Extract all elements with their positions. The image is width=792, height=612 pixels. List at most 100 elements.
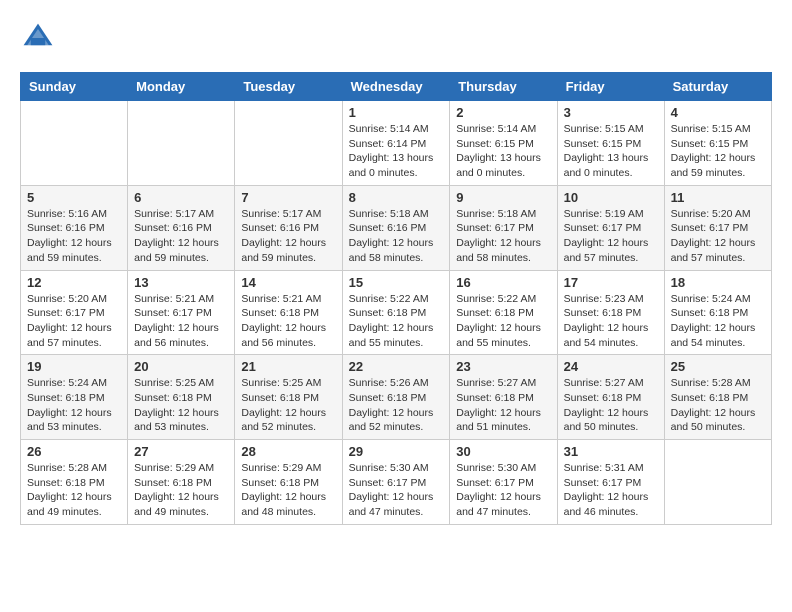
calendar-day-header: Thursday: [450, 73, 557, 101]
calendar-cell: 17 Sunrise: 5:23 AMSunset: 6:18 PMDayligh…: [557, 270, 664, 355]
calendar-day-header: Wednesday: [342, 73, 450, 101]
calendar-week-row: 26 Sunrise: 5:28 AMSunset: 6:18 PMDayligh…: [21, 440, 772, 525]
calendar-cell: 23Sunrise: 5:27 AMSunset: 6:18 PMDayligh…: [450, 355, 557, 440]
day-info: Sunrise: 5:14 AMSunset: 6:15 PMDaylight:…: [456, 122, 550, 181]
calendar-cell: [21, 101, 128, 186]
calendar-cell: 30Sunrise: 5:30 AMSunset: 6:17 PMDayligh…: [450, 440, 557, 525]
day-number: 29: [349, 444, 444, 459]
day-info: Sunrise: 5:18 AMSunset: 6:17 PMDaylight:…: [456, 207, 550, 266]
calendar-cell: [128, 101, 235, 186]
day-info: Sunrise: 5:27 AMSunset: 6:18 PMDaylight:…: [456, 376, 550, 435]
day-info: Sunrise: 5:17 AMSunset: 6:16 PMDaylight:…: [134, 207, 228, 266]
day-info: Sunrise: 5:20 AMSunset: 6:17 PMDaylight:…: [27, 292, 121, 351]
day-info: Sunrise: 5:22 AMSunset: 6:18 PMDaylight:…: [349, 292, 444, 351]
day-number: 26: [27, 444, 121, 459]
day-number: 7: [241, 190, 335, 205]
calendar-cell: 28Sunrise: 5:29 AMSunset: 6:18 PMDayligh…: [235, 440, 342, 525]
calendar-cell: 4 Sunrise: 5:15 AMSunset: 6:15 PMDaylight…: [664, 101, 771, 186]
calendar-cell: 31 Sunrise: 5:31 AMSunset: 6:17 PMDayligh…: [557, 440, 664, 525]
calendar-week-row: 1Sunrise: 5:14 AMSunset: 6:14 PMDaylight…: [21, 101, 772, 186]
day-number: 20: [134, 359, 228, 374]
calendar-cell: [235, 101, 342, 186]
logo: [20, 20, 60, 56]
day-info: Sunrise: 5:28 AMSunset: 6:18 PMDaylight:…: [671, 376, 765, 435]
calendar-cell: 5 Sunrise: 5:16 AMSunset: 6:16 PMDaylight…: [21, 185, 128, 270]
calendar-cell: 10 Sunrise: 5:19 AMSunset: 6:17 PMDayligh…: [557, 185, 664, 270]
calendar-cell: 19 Sunrise: 5:24 AMSunset: 6:18 PMDayligh…: [21, 355, 128, 440]
day-number: 6: [134, 190, 228, 205]
logo-icon: [20, 20, 56, 56]
calendar-cell: 26 Sunrise: 5:28 AMSunset: 6:18 PMDayligh…: [21, 440, 128, 525]
calendar-header-row: SundayMondayTuesdayWednesdayThursdayFrid…: [21, 73, 772, 101]
day-number: 21: [241, 359, 335, 374]
day-number: 22: [349, 359, 444, 374]
day-number: 31: [564, 444, 658, 459]
calendar-table: SundayMondayTuesdayWednesdayThursdayFrid…: [20, 72, 772, 525]
day-number: 16: [456, 275, 550, 290]
day-info: Sunrise: 5:27 AMSunset: 6:18 PMDaylight:…: [564, 376, 658, 435]
day-number: 27: [134, 444, 228, 459]
day-info: Sunrise: 5:15 AMSunset: 6:15 PMDaylight:…: [671, 122, 765, 181]
day-info: Sunrise: 5:25 AMSunset: 6:18 PMDaylight:…: [134, 376, 228, 435]
day-info: Sunrise: 5:24 AMSunset: 6:18 PMDaylight:…: [671, 292, 765, 351]
day-info: Sunrise: 5:25 AMSunset: 6:18 PMDaylight:…: [241, 376, 335, 435]
day-number: 25: [671, 359, 765, 374]
day-info: Sunrise: 5:22 AMSunset: 6:18 PMDaylight:…: [456, 292, 550, 351]
day-info: Sunrise: 5:26 AMSunset: 6:18 PMDaylight:…: [349, 376, 444, 435]
day-number: 5: [27, 190, 121, 205]
calendar-cell: 7 Sunrise: 5:17 AMSunset: 6:16 PMDaylight…: [235, 185, 342, 270]
calendar-cell: 24 Sunrise: 5:27 AMSunset: 6:18 PMDayligh…: [557, 355, 664, 440]
day-info: Sunrise: 5:19 AMSunset: 6:17 PMDaylight:…: [564, 207, 658, 266]
calendar-day-header: Monday: [128, 73, 235, 101]
calendar-day-header: Friday: [557, 73, 664, 101]
day-info: Sunrise: 5:17 AMSunset: 6:16 PMDaylight:…: [241, 207, 335, 266]
day-info: Sunrise: 5:21 AMSunset: 6:17 PMDaylight:…: [134, 292, 228, 351]
calendar-cell: 27Sunrise: 5:29 AMSunset: 6:18 PMDayligh…: [128, 440, 235, 525]
day-info: Sunrise: 5:18 AMSunset: 6:16 PMDaylight:…: [349, 207, 444, 266]
calendar-cell: 9 Sunrise: 5:18 AMSunset: 6:17 PMDaylight…: [450, 185, 557, 270]
calendar-cell: 22 Sunrise: 5:26 AMSunset: 6:18 PMDayligh…: [342, 355, 450, 440]
day-info: Sunrise: 5:14 AMSunset: 6:14 PMDaylight:…: [349, 122, 444, 181]
day-number: 4: [671, 105, 765, 120]
day-info: Sunrise: 5:20 AMSunset: 6:17 PMDaylight:…: [671, 207, 765, 266]
calendar-cell: [664, 440, 771, 525]
day-info: Sunrise: 5:28 AMSunset: 6:18 PMDaylight:…: [27, 461, 121, 520]
day-info: Sunrise: 5:23 AMSunset: 6:18 PMDaylight:…: [564, 292, 658, 351]
day-number: 15: [349, 275, 444, 290]
calendar-cell: 29 Sunrise: 5:30 AMSunset: 6:17 PMDayligh…: [342, 440, 450, 525]
day-number: 10: [564, 190, 658, 205]
day-number: 19: [27, 359, 121, 374]
calendar-cell: 6 Sunrise: 5:17 AMSunset: 6:16 PMDaylight…: [128, 185, 235, 270]
day-info: Sunrise: 5:31 AMSunset: 6:17 PMDaylight:…: [564, 461, 658, 520]
calendar-week-row: 5 Sunrise: 5:16 AMSunset: 6:16 PMDaylight…: [21, 185, 772, 270]
calendar-cell: 11 Sunrise: 5:20 AMSunset: 6:17 PMDayligh…: [664, 185, 771, 270]
calendar-cell: 8Sunrise: 5:18 AMSunset: 6:16 PMDaylight…: [342, 185, 450, 270]
calendar-cell: 14 Sunrise: 5:21 AMSunset: 6:18 PMDayligh…: [235, 270, 342, 355]
calendar-cell: 21 Sunrise: 5:25 AMSunset: 6:18 PMDayligh…: [235, 355, 342, 440]
page-header: [20, 20, 772, 56]
day-number: 9: [456, 190, 550, 205]
day-number: 24: [564, 359, 658, 374]
day-number: 3: [564, 105, 658, 120]
day-info: Sunrise: 5:24 AMSunset: 6:18 PMDaylight:…: [27, 376, 121, 435]
day-number: 13: [134, 275, 228, 290]
calendar-day-header: Tuesday: [235, 73, 342, 101]
day-number: 28: [241, 444, 335, 459]
calendar-cell: 18 Sunrise: 5:24 AMSunset: 6:18 PMDayligh…: [664, 270, 771, 355]
calendar-day-header: Saturday: [664, 73, 771, 101]
day-number: 18: [671, 275, 765, 290]
day-number: 11: [671, 190, 765, 205]
calendar-cell: 3Sunrise: 5:15 AMSunset: 6:15 PMDaylight…: [557, 101, 664, 186]
calendar-cell: 25 Sunrise: 5:28 AMSunset: 6:18 PMDayligh…: [664, 355, 771, 440]
day-number: 30: [456, 444, 550, 459]
day-info: Sunrise: 5:30 AMSunset: 6:17 PMDaylight:…: [349, 461, 444, 520]
calendar-day-header: Sunday: [21, 73, 128, 101]
calendar-cell: 16 Sunrise: 5:22 AMSunset: 6:18 PMDayligh…: [450, 270, 557, 355]
calendar-cell: 15 Sunrise: 5:22 AMSunset: 6:18 PMDayligh…: [342, 270, 450, 355]
calendar-cell: 12Sunrise: 5:20 AMSunset: 6:17 PMDayligh…: [21, 270, 128, 355]
day-number: 14: [241, 275, 335, 290]
day-info: Sunrise: 5:21 AMSunset: 6:18 PMDaylight:…: [241, 292, 335, 351]
day-info: Sunrise: 5:16 AMSunset: 6:16 PMDaylight:…: [27, 207, 121, 266]
day-number: 17: [564, 275, 658, 290]
calendar-cell: 20 Sunrise: 5:25 AMSunset: 6:18 PMDayligh…: [128, 355, 235, 440]
